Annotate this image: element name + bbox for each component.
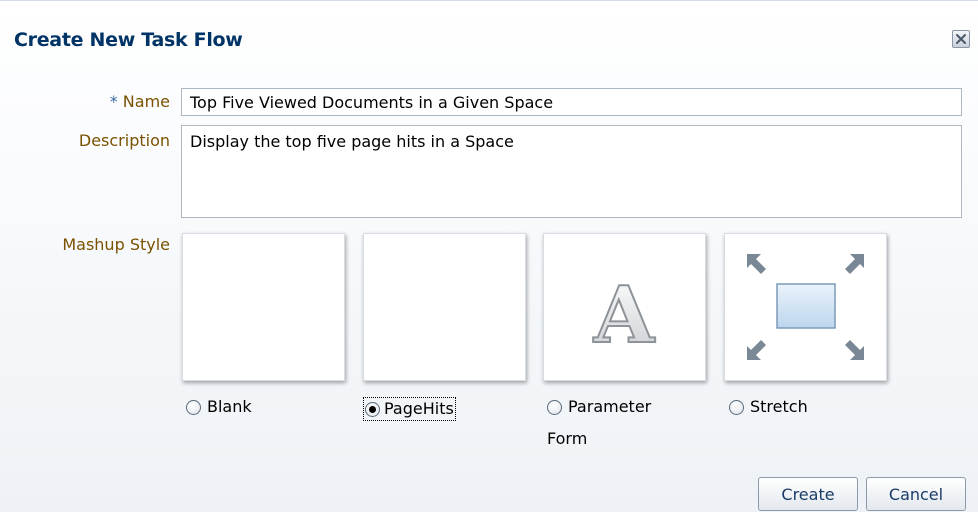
required-marker: *: [109, 92, 118, 111]
mashup-style-label: Mashup Style: [62, 235, 170, 254]
radio-label-blank: Blank: [207, 397, 252, 416]
focus-ring: PageHits: [363, 397, 456, 421]
mashup-thumbnail-stretch[interactable]: [724, 233, 887, 381]
radio-label-stretch: Stretch: [750, 397, 808, 416]
close-button[interactable]: [952, 30, 970, 48]
stretch-arrows-icon: [747, 254, 864, 360]
radio-stretch[interactable]: Stretch: [729, 397, 808, 417]
description-field[interactable]: Display the top five page hits in a Spac…: [181, 125, 962, 218]
description-label: Description: [78, 131, 170, 150]
name-field[interactable]: [181, 88, 962, 116]
mashup-thumbnail-parameter-form[interactable]: A: [543, 233, 706, 381]
radio-blank[interactable]: Blank: [186, 397, 252, 417]
close-icon: [956, 34, 966, 44]
mashup-thumbnail-blank[interactable]: [182, 233, 345, 381]
svg-text:A: A: [593, 270, 656, 361]
create-button[interactable]: Create: [758, 477, 858, 511]
letter-a-icon: A: [592, 269, 657, 362]
radio-label-pagehits: PageHits: [384, 399, 454, 418]
radio-button[interactable]: [547, 400, 562, 415]
name-label-text: Name: [122, 92, 170, 111]
dialog-title: Create New Task Flow: [14, 29, 243, 51]
radio-label-parameter-form: Parameter: [568, 397, 652, 416]
radio-button[interactable]: [186, 400, 201, 415]
radio-parameter-form[interactable]: Parameter: [547, 397, 651, 417]
radio-button[interactable]: [365, 402, 380, 417]
mashup-thumbnail-pagehits[interactable]: [363, 233, 526, 381]
name-label: * Name: [0, 92, 170, 111]
radio-button[interactable]: [729, 400, 744, 415]
radio-label-parameter-form-line2: Form: [547, 429, 588, 448]
cancel-button[interactable]: Cancel: [866, 477, 966, 511]
create-task-flow-dialog: Create New Task Flow * Name Description …: [0, 0, 978, 512]
radio-pagehits[interactable]: PageHits: [363, 397, 456, 421]
